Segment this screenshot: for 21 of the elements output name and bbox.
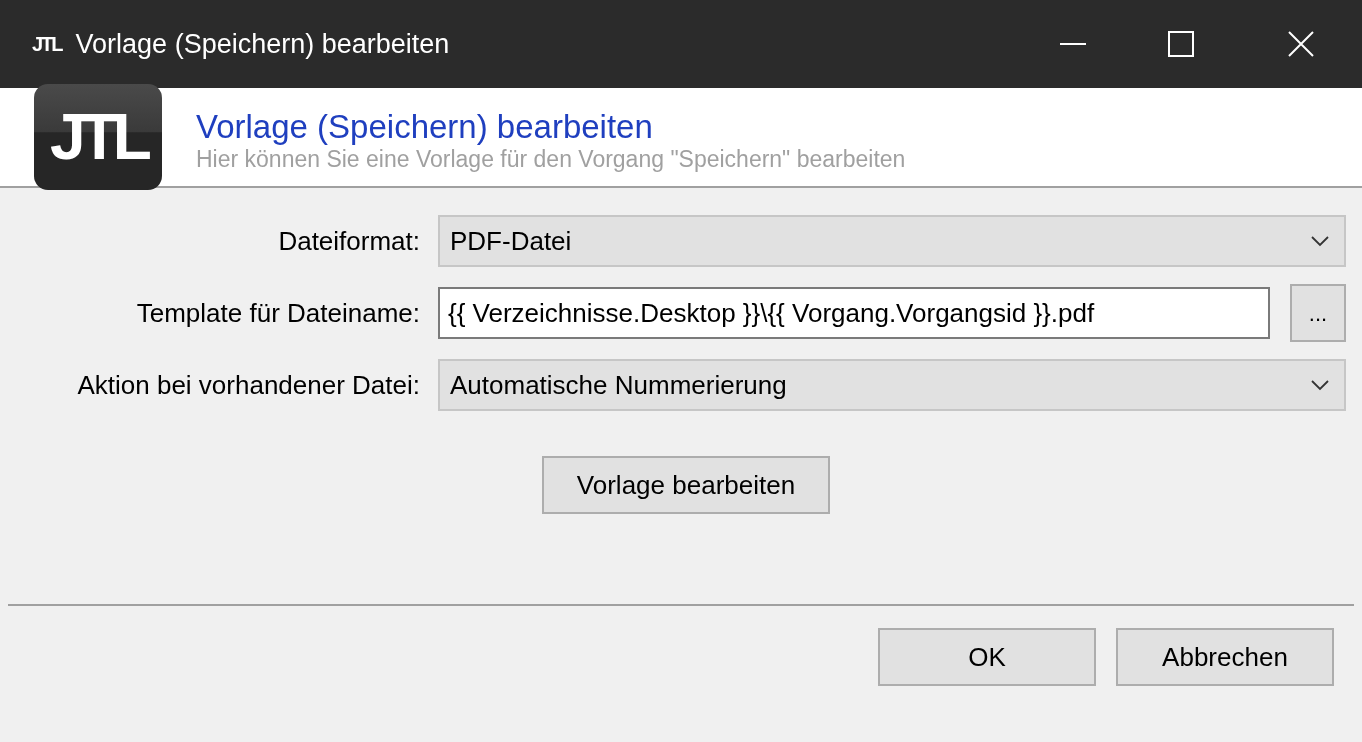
app-logo: JTL [34, 84, 162, 190]
field-label: Template für Dateiname: [135, 296, 421, 330]
dropdown[interactable]: PDF-Datei [438, 215, 1346, 267]
dialog-button[interactable]: Abbrechen [1116, 628, 1334, 686]
close-icon[interactable] [1288, 31, 1314, 57]
field-label: Dateiformat: [277, 224, 421, 258]
window-title: Vorlage (Speichern) bearbeiten [75, 27, 450, 61]
app-logo: JTL [32, 34, 62, 54]
browse-button[interactable]: ... [1290, 284, 1346, 342]
dialog-description: Hier können Sie eine Vorlage für den Vorgang "Speichern" bearbeiten [196, 146, 906, 172]
filename-field[interactable]: {{ Verzeichnisse.Desktop }}\{{ Vorgang.Vorgangsid }}.pdf [438, 287, 1270, 339]
dialog-heading: Vorlage (Speichern) bearbeiten [196, 108, 654, 146]
field-label: Aktion bei vorhandener Datei: [76, 368, 421, 402]
maximize-icon[interactable] [1168, 31, 1194, 57]
dropdown-value: PDF-Datei [450, 224, 572, 258]
dialog-button[interactable]: OK [878, 628, 1096, 686]
dropdown-value: Automatische Nummerierung [450, 368, 787, 402]
chevron-down-icon [1310, 379, 1330, 391]
edit-template-button[interactable]: Vorlage bearbeiten [542, 456, 830, 514]
dropdown[interactable]: Automatische Nummerierung [438, 359, 1346, 411]
chevron-down-icon [1310, 235, 1330, 247]
